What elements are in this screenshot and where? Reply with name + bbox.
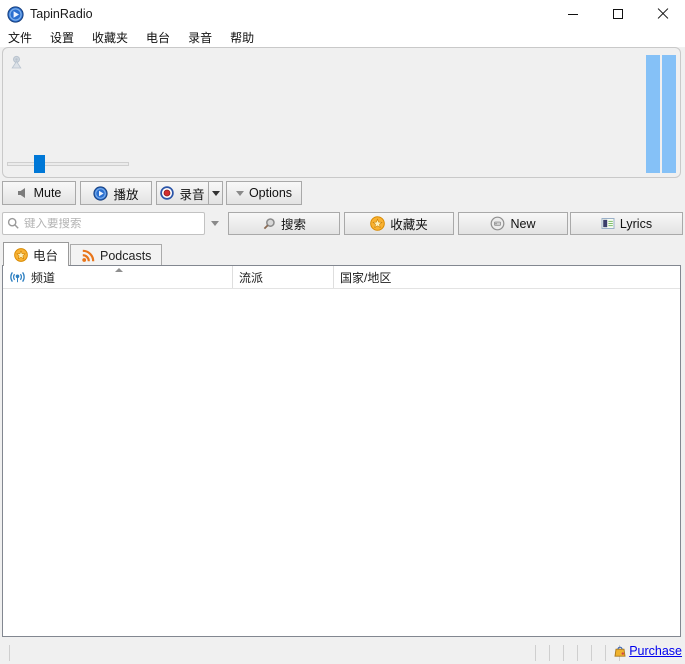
- search-box: [2, 212, 205, 235]
- table-body-empty[interactable]: [3, 289, 680, 636]
- sort-ascending-icon: [115, 268, 123, 272]
- search-input[interactable]: [20, 217, 204, 230]
- speaker-icon: [17, 187, 29, 199]
- purchase-icon: [613, 644, 627, 658]
- chevron-down-icon: [211, 221, 219, 226]
- record-label: 录音: [179, 187, 205, 202]
- statusbar-separator: [577, 645, 578, 661]
- play-label: 播放: [113, 187, 139, 202]
- lyrics-icon: [601, 217, 615, 230]
- vu-meter-left: [646, 55, 660, 173]
- volume-slider[interactable]: [7, 155, 129, 173]
- purchase-link[interactable]: Purchase: [613, 644, 682, 658]
- search-magnifier-icon: [262, 217, 276, 231]
- menu-file[interactable]: 文件: [8, 28, 39, 48]
- column-country-label: 国家/地区: [340, 270, 392, 285]
- tapinradio-window: { "window": { "title": "TapinRadio" }, "…: [0, 0, 685, 664]
- statusbar-separator: [563, 645, 564, 661]
- close-button[interactable]: [640, 0, 685, 28]
- record-icon: [160, 186, 175, 200]
- search-button[interactable]: 搜索: [228, 212, 340, 235]
- tab-stations[interactable]: 电台: [3, 242, 70, 266]
- purchase-link-label: Purchase: [629, 644, 682, 658]
- maximize-button[interactable]: [595, 0, 640, 28]
- minimize-icon: [567, 13, 578, 15]
- search-button-label: 搜索: [280, 218, 306, 232]
- status-bar: Purchase: [0, 642, 685, 664]
- title-bar: TapinRadio: [0, 0, 685, 28]
- vu-meter-right: [662, 55, 676, 173]
- search-history-dropdown[interactable]: [207, 212, 223, 235]
- mute-label: Mute: [33, 186, 62, 200]
- star-badge-icon: [370, 216, 386, 231]
- star-badge-icon: [14, 247, 28, 262]
- statusbar-separator: [549, 645, 550, 661]
- player-toolbar: Mute 播放 录音 Options: [2, 181, 683, 205]
- statusbar-separator: [535, 645, 536, 661]
- chevron-down-icon: [235, 190, 244, 196]
- volume-slider-track[interactable]: [7, 162, 129, 166]
- rss-icon: [81, 249, 95, 263]
- broadcast-icon: [9, 270, 26, 284]
- close-icon: [657, 8, 669, 20]
- search-icon: [7, 217, 20, 230]
- tab-bar: 电台 Podcasts: [0, 242, 685, 266]
- column-channel-label: 频道: [31, 270, 56, 285]
- chevron-down-icon: [211, 190, 220, 196]
- menu-stations[interactable]: 电台: [139, 28, 177, 48]
- lyrics-button[interactable]: Lyrics: [570, 212, 683, 235]
- window-title: TapinRadio: [30, 7, 93, 21]
- menu-recording[interactable]: 录音: [181, 28, 219, 48]
- tab-podcasts[interactable]: Podcasts: [70, 244, 163, 266]
- options-label: Options: [248, 186, 293, 200]
- column-genre-label: 流派: [239, 270, 264, 285]
- favorites-button[interactable]: 收藏夹: [344, 212, 454, 235]
- tab-stations-label: 电台: [33, 249, 59, 263]
- menu-settings[interactable]: 设置: [43, 28, 81, 48]
- menu-help[interactable]: 帮助: [223, 28, 261, 48]
- lyrics-button-label: Lyrics: [619, 216, 653, 231]
- statusbar-separator: [9, 645, 10, 661]
- new-button-label: New: [510, 216, 536, 231]
- minimize-button[interactable]: [550, 0, 595, 28]
- mute-button[interactable]: Mute: [2, 181, 76, 205]
- table-header-row: 频道 流派 国家/地区: [3, 266, 680, 289]
- record-dropdown-button[interactable]: [208, 181, 223, 205]
- menu-favorites[interactable]: 收藏夹: [85, 28, 135, 48]
- column-header-genre[interactable]: 流派: [233, 266, 334, 288]
- radio-faded-icon: [9, 55, 24, 70]
- volume-slider-handle[interactable]: [33, 155, 45, 173]
- column-header-country[interactable]: 国家/地区: [334, 266, 680, 288]
- options-button[interactable]: Options: [226, 181, 302, 205]
- favorites-button-label: 收藏夹: [390, 218, 428, 232]
- statusbar-separator: [605, 645, 606, 661]
- new-stations-icon: [490, 216, 505, 231]
- maximize-icon: [612, 9, 623, 19]
- play-button[interactable]: 播放: [80, 181, 152, 205]
- menu-bar: 文件 设置 收藏夹 电台 录音 帮助: [0, 28, 685, 47]
- statusbar-separator: [591, 645, 592, 661]
- new-button[interactable]: New: [458, 212, 568, 235]
- window-controls: [550, 0, 685, 28]
- tab-podcasts-label: Podcasts: [100, 248, 152, 263]
- player-display-panel: [2, 47, 681, 178]
- stations-table: 频道 流派 国家/地区: [2, 265, 681, 637]
- search-row: 搜索 收藏夹 New: [2, 212, 683, 236]
- app-logo-icon: [7, 5, 24, 23]
- play-icon: [93, 185, 109, 201]
- record-button[interactable]: 录音: [156, 181, 209, 205]
